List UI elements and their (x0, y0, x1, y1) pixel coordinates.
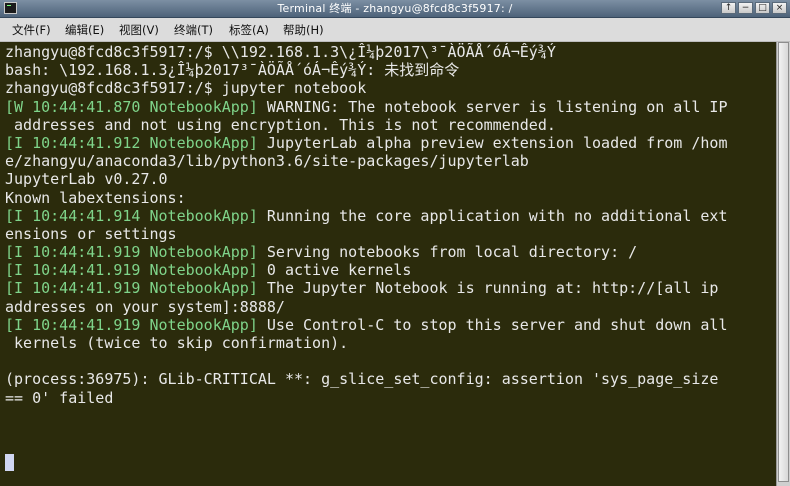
menu-terminal[interactable]: 终端(T) (174, 22, 213, 38)
terminal-line: JupyterLab v0.27.0 (5, 170, 727, 188)
terminal-line: [W 10:44:41.870 NotebookApp] WARNING: Th… (5, 98, 727, 116)
terminal-line: [I 10:44:41.919 NotebookApp] 0 active ke… (5, 261, 727, 279)
terminal-line: ensions or settings (5, 225, 727, 243)
terminal-output[interactable]: zhangyu@8fcd8c3f5917:/$ \\192.168.1.3\¿Î… (0, 42, 776, 486)
terminal-line-text: 0 active kernels (257, 261, 412, 280)
terminal-line-text: Serving notebooks from local directory: … (257, 243, 638, 262)
terminal-line: zhangyu@8fcd8c3f5917:/$ \\192.168.1.3\¿Î… (5, 43, 727, 61)
terminal-line: e/zhangyu/anaconda3/lib/python3.6/site-p… (5, 152, 727, 170)
menu-edit[interactable]: 编辑(E) (65, 22, 104, 38)
terminal-line-text: zhangyu@8fcd8c3f5917:/$ jupyter notebook (5, 79, 367, 98)
terminal-line-text: == 0' failed (5, 388, 114, 407)
menu-view[interactable]: 视图(V) (119, 22, 159, 38)
terminal-line-text: addresses and not using encryption. This… (5, 115, 556, 134)
terminal-line: addresses and not using encryption. This… (5, 116, 727, 134)
scrollbar-thumb[interactable] (778, 42, 789, 482)
terminal-window: Terminal 终端 - zhangyu@8fcd8c3f5917: / ↑ … (0, 0, 790, 486)
window-title: Terminal 终端 - zhangyu@8fcd8c3f5917: / (277, 2, 513, 15)
menu-bar: 文件(F) 编辑(E) 视图(V) 终端(T) 标签(A) 帮助(H) (0, 18, 790, 42)
terminal-line-text: JupyterLab v0.27.0 (5, 170, 168, 189)
terminal-line-text: Use Control-C to stop this server and sh… (257, 315, 728, 334)
title-bar[interactable]: Terminal 终端 - zhangyu@8fcd8c3f5917: / ↑ … (0, 0, 790, 18)
terminal-line: [I 10:44:41.919 NotebookApp] The Jupyter… (5, 279, 727, 297)
terminal-line-text: JupyterLab alpha preview extension loade… (257, 133, 728, 152)
terminal-line-text: bash: \192.168.1.3¿Î¼þ2017³¯ÀÖÃÅ´óÁ¬Êý¾Ý… (5, 61, 460, 80)
log-prefix: [W 10:44:41.870 NotebookApp] (5, 97, 258, 116)
shade-up-icon[interactable]: ↑ (721, 2, 736, 14)
terminal-line: zhangyu@8fcd8c3f5917:/$ jupyter notebook (5, 79, 727, 97)
terminal-line: Known labextensions: (5, 189, 727, 207)
menu-tabs[interactable]: 标签(A) (229, 22, 269, 38)
terminal-line: addresses on your system]:8888/ (5, 298, 727, 316)
terminal-line: [I 10:44:41.912 NotebookApp] JupyterLab … (5, 134, 727, 152)
terminal-line: [I 10:44:41.914 NotebookApp] Running the… (5, 207, 727, 225)
menu-help[interactable]: 帮助(H) (283, 22, 324, 38)
terminal-line: [I 10:44:41.919 NotebookApp] Serving not… (5, 243, 727, 261)
close-button[interactable]: × (772, 2, 787, 14)
terminal-text: zhangyu@8fcd8c3f5917:/$ \\192.168.1.3\¿Î… (5, 43, 727, 407)
terminal-line-text: Known labextensions: (5, 188, 186, 207)
maximize-button[interactable]: □ (755, 2, 770, 14)
log-prefix: [I 10:44:41.919 NotebookApp] (5, 261, 258, 280)
terminal-line-text: The Jupyter Notebook is running at: http… (257, 279, 719, 298)
log-prefix: [I 10:44:41.912 NotebookApp] (5, 133, 258, 152)
terminal-line: bash: \192.168.1.3¿Î¼þ2017³¯ÀÖÃÅ´óÁ¬Êý¾Ý… (5, 61, 727, 79)
terminal-line: == 0' failed (5, 389, 727, 407)
log-prefix: [I 10:44:41.919 NotebookApp] (5, 243, 258, 262)
terminal-line-text: Running the core application with no add… (257, 206, 728, 225)
minimize-button[interactable]: − (738, 2, 753, 14)
menu-file[interactable]: 文件(F) (12, 22, 51, 38)
log-prefix: [I 10:44:41.919 NotebookApp] (5, 279, 258, 298)
terminal-line-text: (process:36975): GLib-CRITICAL **: g_sli… (5, 370, 719, 389)
terminal-line: kernels (twice to skip confirmation). (5, 334, 727, 352)
terminal-line-text: addresses on your system]:8888/ (5, 297, 285, 316)
terminal-line-text: kernels (twice to skip confirmation). (5, 334, 349, 352)
vertical-scrollbar[interactable] (776, 42, 790, 486)
terminal-line: [I 10:44:41.919 NotebookApp] Use Control… (5, 316, 727, 334)
terminal-cursor (5, 454, 14, 471)
terminal-line: (process:36975): GLib-CRITICAL **: g_sli… (5, 370, 727, 388)
log-prefix: [I 10:44:41.919 NotebookApp] (5, 315, 258, 334)
terminal-line-text: ensions or settings (5, 224, 177, 243)
log-prefix: [I 10:44:41.914 NotebookApp] (5, 206, 258, 225)
terminal-line-text: WARNING: The notebook server is listenin… (257, 97, 728, 116)
terminal-line-text: zhangyu@8fcd8c3f5917:/$ \\192.168.1.3\¿Î… (5, 43, 556, 61)
terminal-line-text: e/zhangyu/anaconda3/lib/python3.6/site-p… (5, 152, 529, 171)
